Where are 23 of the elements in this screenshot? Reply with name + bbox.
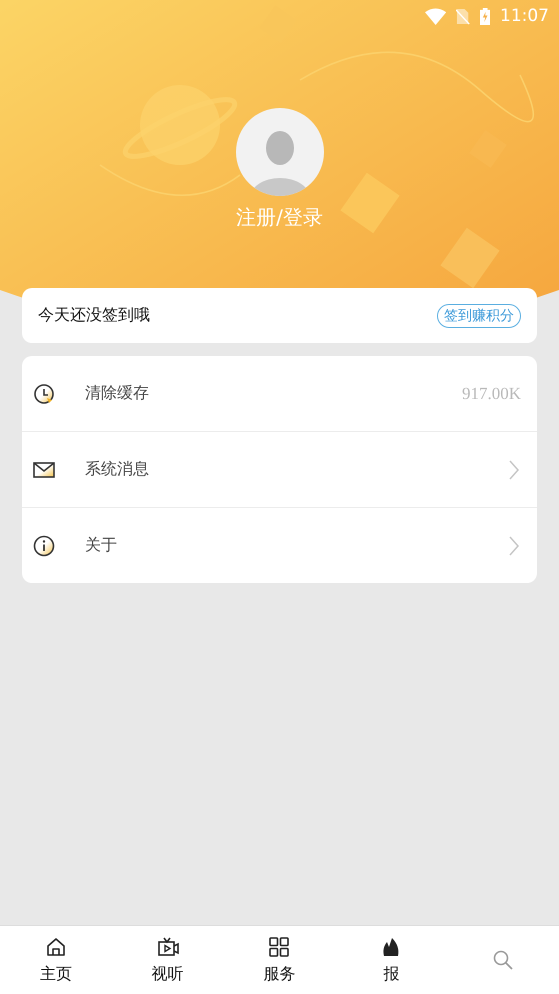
menu-label: 系统消息	[85, 459, 150, 480]
tab-label[interactable]: 主页	[40, 964, 72, 984]
video-icon[interactable]	[156, 936, 179, 958]
no-sim-icon	[456, 8, 470, 24]
home-icon[interactable]	[44, 936, 67, 958]
menu-label: 关于	[85, 535, 118, 556]
grid-icon[interactable]	[268, 936, 290, 958]
search-icon[interactable]	[492, 949, 514, 971]
chevron-icon	[509, 460, 519, 480]
menu-item[interactable]: 关于	[22, 507, 537, 583]
cache-size: 917.00K	[462, 384, 521, 404]
tab-label[interactable]: 服务	[263, 964, 296, 984]
checkin-message: 今天还没签到哦	[38, 305, 150, 326]
info-icon	[33, 534, 55, 556]
wifi-icon	[425, 8, 446, 24]
status-time: 11:07	[500, 6, 549, 26]
tab-label[interactable]: 报	[383, 964, 400, 984]
menu-label: 清除缓存	[85, 383, 150, 404]
clock-icon	[33, 382, 55, 404]
chevron-icon	[509, 536, 519, 556]
menu-item[interactable]: 清除缓存 917.00K	[22, 356, 537, 431]
tab-label[interactable]: 视听	[152, 964, 184, 984]
menu-item[interactable]: 系统消息	[22, 431, 537, 507]
